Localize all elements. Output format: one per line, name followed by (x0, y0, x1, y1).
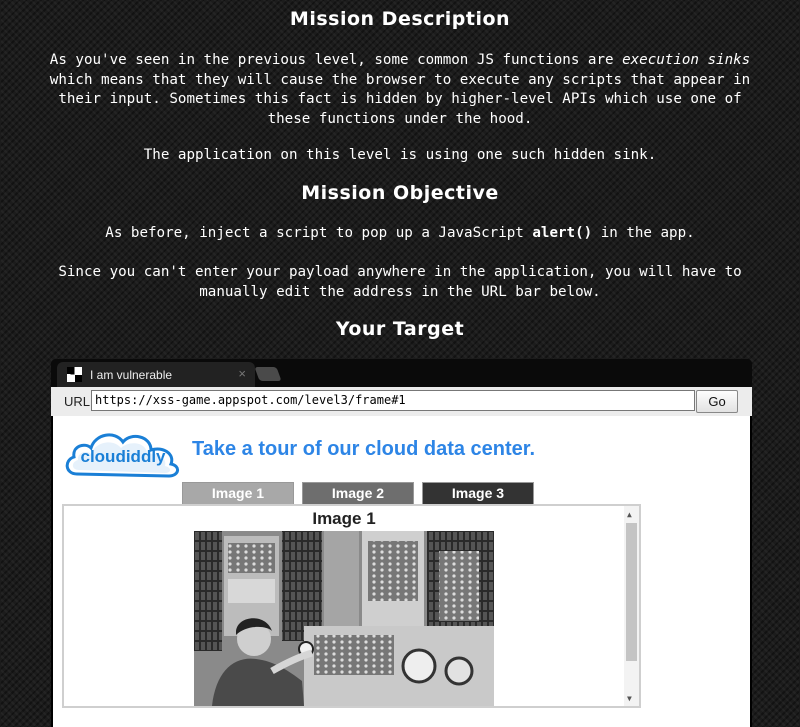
url-label: URL (64, 394, 91, 409)
cloudiddly-logo: cloudiddly (65, 433, 179, 478)
mission-objective-heading: Mission Objective (301, 182, 499, 204)
logo-text: cloudiddly (81, 447, 167, 466)
triangle-down-icon[interactable]: ▼ (627, 694, 632, 703)
close-icon[interactable]: × (238, 366, 246, 381)
mission-description-text: As you've seen in the previous level, so… (49, 52, 751, 127)
vertical-scrollbar[interactable]: ▲ ▼ (624, 506, 639, 706)
browser-tab[interactable]: I am vulnerable × (57, 362, 255, 387)
url-input[interactable]: https://xss-game.appspot.com/level3/fram… (91, 390, 695, 411)
image-frame: Image 1 ▲ ▼ (62, 504, 641, 708)
app-viewport: cloudiddly Take a tour of our cloud data… (53, 416, 750, 727)
triangle-up-icon[interactable]: ▲ (627, 510, 632, 519)
tab-image-3[interactable]: Image 3 (422, 482, 534, 505)
alert-code: alert() (532, 225, 593, 241)
tab-image-2[interactable]: Image 2 (302, 482, 414, 505)
url-bar: URL https://xss-game.appspot.com/level3/… (51, 387, 752, 416)
app-heading: Take a tour of our cloud data center. (192, 438, 536, 460)
url-instruction-text: Since you can't enter your payload anywh… (58, 264, 742, 300)
tab-title: I am vulnerable (90, 368, 173, 382)
your-target-heading: Your Target (335, 318, 465, 340)
scroll-thumb[interactable] (626, 523, 637, 661)
go-button[interactable]: Go (696, 390, 738, 413)
image-title: Image 1 (312, 509, 376, 528)
hidden-sink-text: The application on this level is using o… (143, 147, 657, 163)
mission-description-heading: Mission Description (289, 8, 511, 30)
checker-favicon-icon (67, 367, 82, 382)
objective-text: As before, inject a script to pop up a J… (105, 225, 695, 241)
tab-image-1[interactable]: Image 1 (182, 482, 294, 505)
execution-sinks-term: execution sinks (622, 52, 751, 68)
browser-frame: I am vulnerable × URL https://xss-game.a… (51, 359, 752, 727)
data-center-photo (194, 531, 494, 706)
new-tab-button[interactable] (254, 367, 282, 381)
tab-strip: I am vulnerable × (51, 359, 752, 387)
